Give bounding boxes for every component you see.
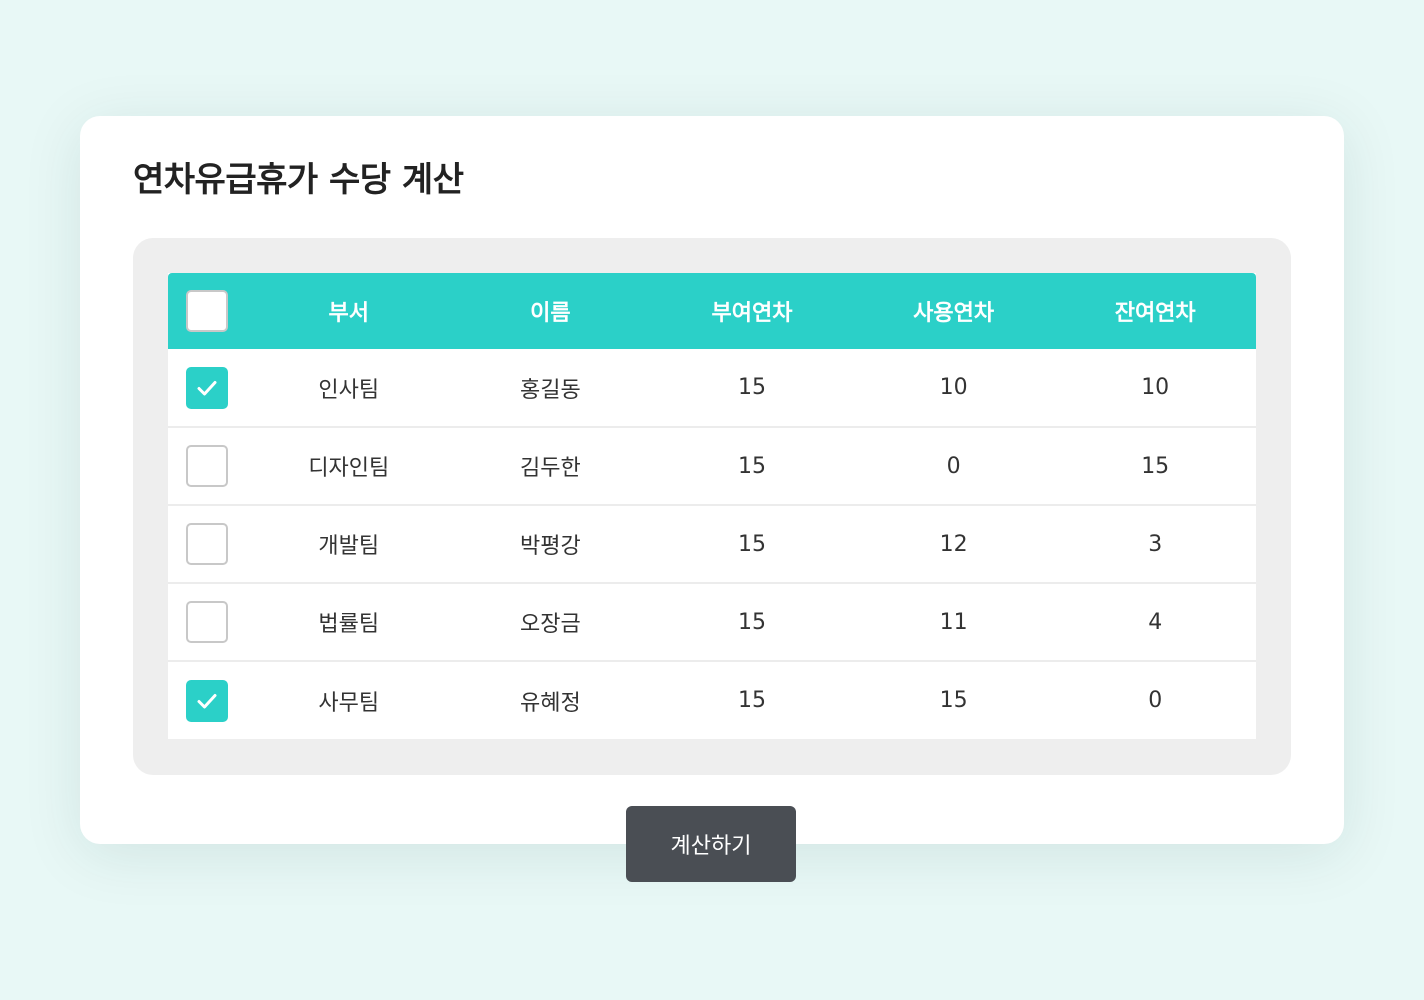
cell-remaining: 0 [1148, 688, 1163, 713]
cell-used: 0 [946, 453, 961, 479]
cell-granted: 15 [737, 531, 766, 557]
page-title: 연차유급휴가 수당 계산 [133, 160, 464, 200]
row-select-cell [168, 349, 248, 427]
cell-granted: 15 [737, 375, 766, 400]
cell-name: 김두한 [520, 456, 581, 481]
cell-name: 홍길동 [520, 377, 581, 403]
row-checkbox[interactable] [186, 366, 228, 409]
table-row: 법률팀 오장금 15 11 4 [168, 583, 1256, 661]
cell-name: 오장금 [520, 612, 581, 637]
column-header-department: 부서 [328, 301, 370, 326]
row-select-cell [168, 583, 248, 661]
table-row: 디자인팀 김두한 15 0 15 [168, 427, 1256, 505]
cell-department: 인사팀 [318, 377, 380, 403]
checkmark-icon [197, 693, 217, 708]
cell-granted: 15 [737, 609, 766, 635]
checkmark-icon [197, 380, 217, 395]
cell-remaining: 4 [1148, 609, 1163, 635]
cell-department: 디자인팀 [308, 456, 390, 481]
cell-department: 개발팀 [318, 534, 380, 559]
row-checkbox[interactable] [186, 601, 228, 643]
row-checkbox[interactable] [186, 679, 228, 722]
table-row: 개발팀 박평강 15 12 3 [168, 505, 1256, 583]
select-all-checkbox[interactable] [186, 290, 228, 332]
column-header-remaining: 잔여연차 [1114, 301, 1196, 326]
row-checkbox[interactable] [186, 523, 228, 565]
row-select-cell [168, 427, 248, 505]
cell-remaining: 15 [1141, 453, 1170, 479]
cell-name: 박평강 [520, 534, 581, 559]
leave-table: 부서 이름 부여연차 사용연차 잔여연차 인사팀 홍길동 15 10 10 디자… [168, 273, 1256, 739]
cell-name: 유혜정 [520, 690, 581, 716]
table-container: 부서 이름 부여연차 사용연차 잔여연차 인사팀 홍길동 15 10 10 디자… [133, 238, 1291, 775]
cell-remaining: 10 [1141, 375, 1170, 400]
table-row: 인사팀 홍길동 15 10 10 [168, 349, 1256, 427]
select-all-cell [168, 273, 248, 349]
column-header-used: 사용연차 [913, 301, 995, 326]
row-select-cell [168, 661, 248, 739]
row-select-cell [168, 505, 248, 583]
cell-granted: 15 [737, 688, 766, 713]
table-row: 사무팀 유혜정 15 15 0 [168, 661, 1256, 739]
cell-department: 사무팀 [318, 690, 380, 716]
column-header-granted: 부여연차 [711, 301, 793, 326]
table-header-row: 부서 이름 부여연차 사용연차 잔여연차 [168, 273, 1256, 349]
cell-remaining: 3 [1148, 531, 1163, 557]
cell-used: 10 [939, 375, 968, 400]
cell-department: 법률팀 [318, 612, 380, 637]
cell-granted: 15 [737, 453, 766, 479]
calculator-card: 연차유급휴가 수당 계산 부서 이름 부여연차 사용연차 잔여연차 인사팀 홍길… [80, 116, 1344, 844]
cell-used: 11 [939, 609, 968, 635]
cell-used: 15 [939, 688, 968, 713]
calculate-button[interactable]: 계산하기 [626, 806, 796, 882]
row-checkbox[interactable] [186, 445, 228, 487]
cell-used: 12 [939, 531, 968, 557]
column-header-name: 이름 [530, 301, 571, 326]
